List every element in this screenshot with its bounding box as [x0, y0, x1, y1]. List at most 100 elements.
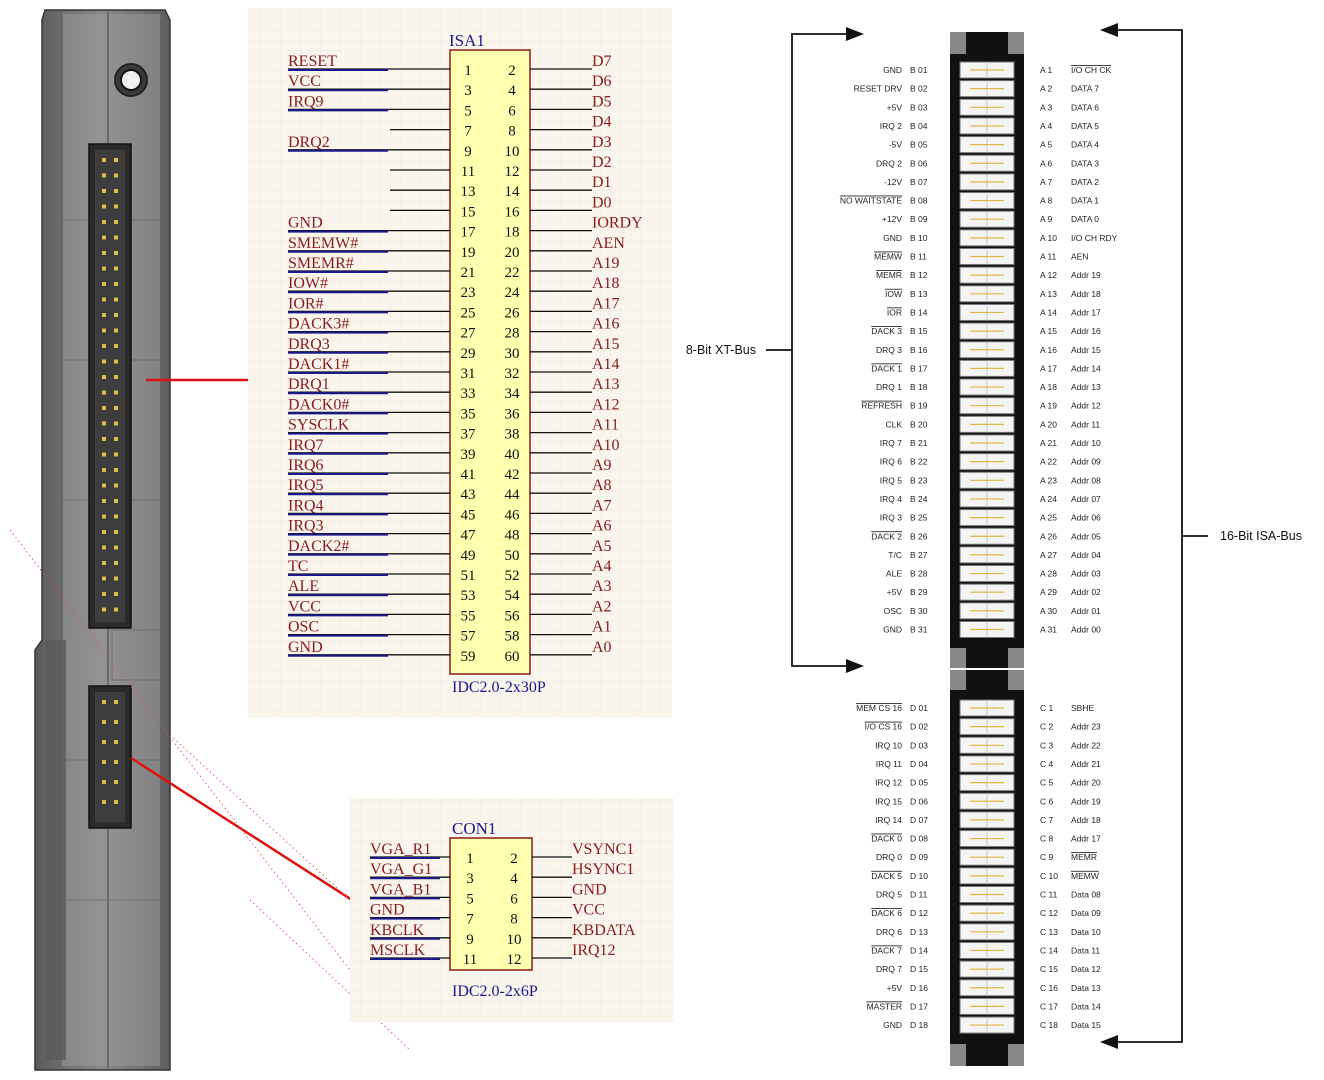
header-pin — [114, 158, 118, 162]
con1-body — [449, 837, 533, 971]
pin-number: 44 — [505, 487, 521, 503]
slot-signal-left: IRQ 6 — [880, 457, 902, 467]
net-label-right: A0 — [592, 639, 612, 656]
pin-number: 52 — [505, 568, 520, 584]
pin-number: 30 — [505, 346, 520, 362]
pin-number: 26 — [505, 305, 521, 321]
header-pin — [114, 359, 118, 364]
pin-number: 2 — [510, 851, 518, 867]
slot-top-section: GND B 01 A 1 I/O CH CK RESET DRV B 02 A 2 DATA … — [840, 32, 1118, 668]
slot-signal-right: I/O CH RDY — [1071, 233, 1118, 243]
net-label-right: VSYNC1 — [572, 841, 634, 858]
slot-signal-right: Data 12 — [1071, 964, 1101, 974]
slot-pin-left: B 06 — [910, 158, 928, 168]
header-pin — [102, 437, 106, 441]
header-pin — [102, 173, 106, 178]
net-label-left: OSC — [288, 619, 319, 636]
header-pin — [114, 514, 118, 519]
pin-number: 25 — [461, 305, 476, 321]
slot-signal-left: DACK 5 — [871, 871, 902, 881]
header-pin — [114, 483, 118, 488]
slot-signal-left: +5V — [887, 102, 903, 112]
slot-pin-left: B 28 — [910, 569, 928, 579]
slot-pin-left: B 05 — [910, 140, 928, 150]
slot-signal-left: IOW — [885, 289, 902, 299]
slot-pin-left: B 15 — [910, 326, 928, 336]
pin-number: 1 — [466, 851, 474, 867]
slot-pin-left: D 05 — [910, 778, 928, 788]
header-pin — [102, 780, 106, 784]
slot-signal-right: Addr 10 — [1071, 438, 1101, 448]
net-label-right: D0 — [592, 194, 612, 211]
header-pin — [102, 266, 106, 271]
slot-signal-left: IRQ 2 — [880, 121, 902, 131]
slot-signal-left: DRQ 6 — [876, 927, 902, 937]
net-label-right: VCC — [572, 902, 605, 919]
slot-pin-left: B 17 — [910, 363, 928, 373]
slot-signal-left: GND — [883, 1020, 902, 1030]
slot-pin-left: D 18 — [910, 1020, 928, 1030]
slot-pin-right: C 11 — [1040, 890, 1058, 900]
slot-pin-left: B 04 — [910, 121, 928, 131]
header-pin — [114, 499, 118, 503]
board-side-view — [34, 9, 171, 1071]
slot-pin-right: A 12 — [1040, 270, 1057, 280]
pin-number: 13 — [461, 184, 476, 200]
pin-number: 46 — [505, 507, 521, 523]
header-pin — [102, 530, 106, 534]
slot-signal-right: Addr 18 — [1071, 815, 1101, 825]
header-pin — [114, 561, 118, 565]
slot-signal-right: Data 11 — [1071, 945, 1100, 955]
slot-pin-left: B 31 — [910, 625, 928, 635]
slot-pin-left: B 30 — [910, 606, 928, 616]
pin-number: 16 — [505, 204, 521, 220]
net-label-left: IRQ4 — [288, 497, 324, 514]
header-pin — [114, 235, 118, 240]
pin-number: 8 — [508, 124, 516, 140]
pin-number: 38 — [505, 427, 520, 443]
slot-pin-right: A 7 — [1040, 177, 1053, 187]
slot-pin-right: A 25 — [1040, 513, 1057, 523]
slot-signal-left: DACK 6 — [871, 908, 902, 918]
pin-number: 53 — [461, 588, 476, 604]
slot-signal-right: Addr 17 — [1071, 834, 1101, 844]
slot-pin-left: D 17 — [910, 1001, 928, 1011]
header-pin — [114, 297, 118, 302]
header-pin — [102, 468, 106, 472]
slot-signal-left: MASTER — [867, 1001, 902, 1011]
net-label-left: TC — [288, 558, 308, 575]
slot-pin-right: C 18 — [1040, 1020, 1058, 1030]
header-pin — [114, 266, 118, 271]
header-pin — [114, 576, 118, 581]
slot-pin-right: C 8 — [1040, 834, 1054, 844]
net-label-right: A16 — [592, 316, 620, 333]
net-label-right: A3 — [592, 578, 612, 595]
slot-pin-right: C 12 — [1040, 908, 1058, 918]
slot-signal-right: Data 13 — [1071, 983, 1101, 993]
header-pin — [114, 282, 118, 286]
slot-pin-right: A 9 — [1040, 214, 1053, 224]
slot-pin-left: B 25 — [910, 513, 928, 523]
pin-number: 57 — [461, 629, 477, 645]
pin-number: 18 — [505, 225, 520, 241]
slot-signal-left: IRQ 12 — [875, 778, 902, 788]
slot-pin-right: A 30 — [1040, 606, 1057, 616]
slot-pin-left: B 02 — [910, 84, 928, 94]
net-label-left: IRQ5 — [288, 477, 324, 494]
slot-signal-right: Addr 15 — [1071, 345, 1101, 355]
header-pin — [102, 607, 106, 612]
slot-signal-right: MEMR — [1071, 852, 1097, 862]
pin-number: 56 — [505, 608, 521, 624]
pin-number: 6 — [510, 891, 518, 907]
slot-signal-left: MEMW — [874, 252, 902, 262]
isa-slot-pinout: GND B 01 A 1 I/O CH CK RESET DRV B 02 A 2 DATA … — [686, 23, 1302, 1066]
net-label-right: A17 — [592, 295, 620, 312]
slot-signal-right: Addr 20 — [1071, 778, 1101, 788]
header-pin — [102, 328, 106, 333]
pin-number: 21 — [461, 265, 476, 281]
pin-number: 39 — [461, 447, 476, 463]
slot-signal-left: MEM CS 16 — [856, 703, 902, 713]
net-label-right: D6 — [592, 73, 612, 90]
net-label-left: DRQ2 — [288, 134, 330, 151]
slot-pin-left: D 07 — [910, 815, 928, 825]
